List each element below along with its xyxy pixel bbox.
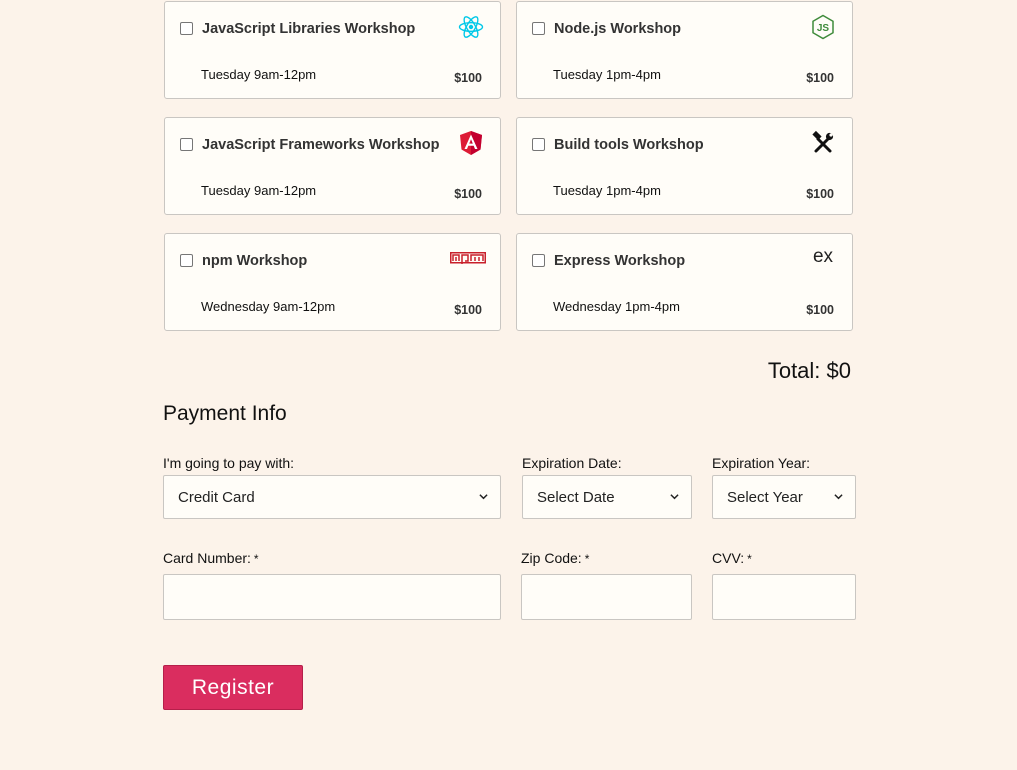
total-cost: Total: $0 (767, 358, 851, 383)
activity-checkbox[interactable] (180, 254, 193, 267)
activity-price: $100 (806, 71, 834, 85)
exp-year-value: Select Year (727, 489, 803, 506)
cvv-label: CVV: * (712, 550, 752, 566)
activity-time: Wednesday 9am-12pm (201, 299, 336, 314)
required-mark: * (747, 552, 752, 566)
activity-card-npm[interactable]: npm Workshop Wednesday 9am-12pm $100 (164, 233, 501, 331)
chevron-down-icon (670, 494, 679, 500)
npm-icon (450, 246, 486, 272)
activity-card-javascript-libraries[interactable]: JavaScript Libraries Workshop Tuesday 9a… (164, 1, 501, 99)
cvv-label-text: CVV: (712, 550, 745, 566)
angular-icon (458, 130, 484, 156)
activity-card-express[interactable]: Express Workshop ex Wednesday 1pm-4pm $1… (516, 233, 853, 331)
activity-price: $100 (454, 71, 482, 85)
activity-title: Build tools Workshop (554, 137, 704, 153)
activity-card-javascript-frameworks[interactable]: JavaScript Frameworks Workshop Tuesday 9… (164, 117, 501, 215)
payment-method-label: I'm going to pay with: (163, 455, 295, 471)
payment-method-select[interactable]: Credit Card (163, 475, 501, 519)
cvv-input[interactable] (712, 574, 856, 620)
activity-title: Node.js Workshop (554, 21, 682, 37)
activity-checkbox[interactable] (180, 22, 193, 35)
card-number-label-text: Card Number: (163, 550, 251, 566)
zip-code-label-text: Zip Code: (521, 550, 582, 566)
activity-time: Tuesday 9am-12pm (201, 67, 317, 82)
exp-year-label: Expiration Year: (712, 455, 811, 471)
zip-code-label: Zip Code: * (521, 550, 589, 566)
activity-card-nodejs[interactable]: Node.js Workshop JS Tuesday 1pm-4pm $100 (516, 1, 853, 99)
activity-time: Tuesday 1pm-4pm (553, 183, 661, 198)
activity-time: Tuesday 9am-12pm (201, 183, 317, 198)
exp-date-value: Select Date (537, 489, 615, 506)
chevron-down-icon (479, 494, 488, 500)
activity-checkbox[interactable] (532, 22, 545, 35)
activity-checkbox[interactable] (532, 254, 545, 267)
chevron-down-icon (834, 494, 843, 500)
nodejs-icon: JS (810, 14, 836, 40)
payment-method-value: Credit Card (178, 489, 255, 506)
svg-text:JS: JS (817, 23, 830, 34)
required-mark: * (584, 552, 590, 566)
activity-time: Wednesday 1pm-4pm (553, 299, 680, 314)
activity-title: JavaScript Libraries Workshop (202, 21, 416, 37)
activity-time: Tuesday 1pm-4pm (553, 67, 661, 82)
activity-card-build-tools[interactable]: Build tools Workshop Tuesday 1pm-4pm $10… (516, 117, 853, 215)
hammer-wrench-icon (810, 130, 836, 156)
express-icon: ex (812, 246, 834, 267)
activity-price: $100 (806, 303, 834, 317)
activity-title: JavaScript Frameworks Workshop (202, 137, 440, 153)
register-button[interactable]: Register (163, 665, 303, 710)
exp-date-select[interactable]: Select Date (522, 475, 692, 519)
zip-code-input[interactable] (521, 574, 692, 620)
activity-checkbox[interactable] (532, 138, 545, 151)
activity-price: $100 (806, 187, 834, 201)
exp-year-select[interactable]: Select Year (712, 475, 856, 519)
react-icon (458, 14, 484, 40)
activity-title: npm Workshop (202, 253, 308, 269)
payment-info-heading: Payment Info (163, 402, 287, 425)
activity-title: Express Workshop (554, 253, 686, 269)
card-number-input[interactable] (163, 574, 501, 620)
activity-price: $100 (454, 187, 482, 201)
activity-price: $100 (454, 303, 482, 317)
activity-checkbox[interactable] (180, 138, 193, 151)
required-mark: * (253, 552, 259, 566)
card-number-label: Card Number: * (163, 550, 259, 566)
exp-date-label: Expiration Date: (522, 455, 622, 471)
